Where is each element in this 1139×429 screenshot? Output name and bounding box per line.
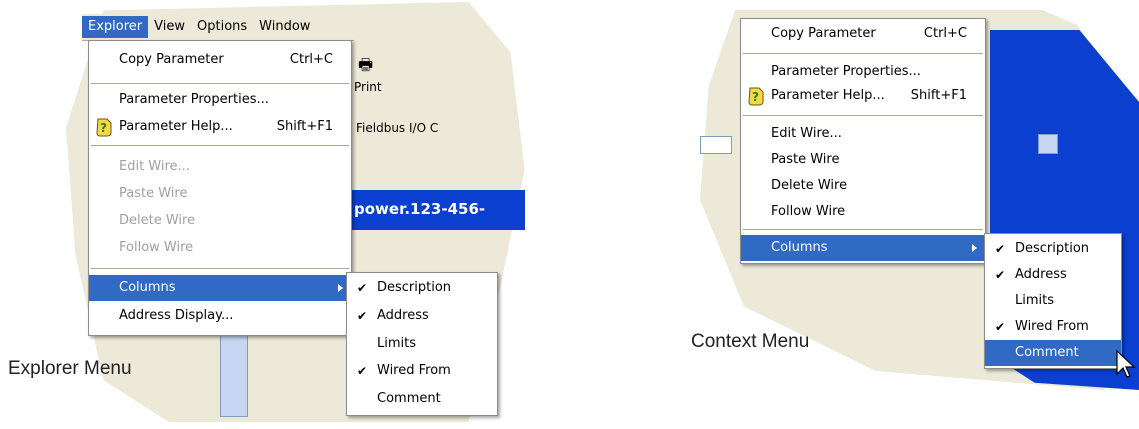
svg-text:?: ? [752, 90, 759, 104]
check-icon: ✔ [357, 281, 368, 295]
submenu-item-label: Comment [377, 391, 441, 406]
explorer-dropdown-menu: Copy Parameter Ctrl+C Parameter Properti… [88, 40, 352, 336]
submenu-item-label: Limits [1015, 293, 1054, 308]
submenu-item-address[interactable]: ✔ Address [347, 303, 497, 329]
submenu-item-address[interactable]: ✔ Address [985, 262, 1121, 288]
explorer-menu-caption: Explorer Menu [8, 358, 132, 379]
menu-item-delete-wire[interactable]: Delete Wire [741, 173, 985, 199]
context-bg-dropdown[interactable] [700, 136, 732, 154]
menu-item-parameter-properties[interactable]: Parameter Properties... [741, 59, 985, 85]
submenu-arrow-icon [972, 244, 977, 252]
menu-item-address-display[interactable]: Address Display... [89, 303, 351, 329]
submenu-item-wired-from[interactable]: ✔ Wired From [347, 358, 497, 384]
menu-item-shortcut: Shift+F1 [276, 119, 333, 134]
submenu-item-comment[interactable]: Comment [985, 340, 1121, 366]
menu-item-label: Copy Parameter [119, 52, 224, 67]
menu-item-label: Copy Parameter [771, 26, 876, 41]
submenu-item-label: Wired From [377, 363, 451, 378]
menu-item-paste-wire[interactable]: Paste Wire [89, 181, 351, 207]
context-menu: Copy Parameter Ctrl+C Parameter Properti… [740, 18, 986, 264]
menu-item-columns[interactable]: Columns [89, 275, 351, 301]
menu-item-label: Paste Wire [119, 186, 188, 201]
submenu-item-label: Limits [377, 336, 416, 351]
menu-item-label: Columns [119, 280, 176, 295]
menu-separator [743, 53, 983, 54]
menu-item-label: Parameter Help... [119, 119, 233, 134]
menu-item-paste-wire[interactable]: Paste Wire [741, 147, 985, 173]
menu-item-follow-wire[interactable]: Follow Wire [89, 235, 351, 261]
submenu-item-comment[interactable]: Comment [347, 386, 497, 412]
menu-item-shortcut: Ctrl+C [289, 52, 333, 67]
menubar-explorer[interactable]: Explorer [82, 16, 149, 38]
context-columns-submenu: ✔ Description ✔ Address Limits ✔ Wired F… [984, 233, 1122, 369]
menu-item-edit-wire[interactable]: Edit Wire... [741, 121, 985, 147]
menu-item-parameter-help[interactable]: ? Parameter Help... Shift+F1 [741, 83, 985, 109]
menu-item-label: Parameter Properties... [119, 92, 269, 107]
menu-item-label: Paste Wire [771, 152, 840, 167]
menu-item-follow-wire[interactable]: Follow Wire [741, 199, 985, 225]
menu-separator [91, 145, 349, 146]
explorer-bg-print[interactable]: Print [354, 80, 382, 94]
menu-item-label: Edit Wire... [771, 126, 842, 141]
menu-item-copy-parameter[interactable]: Copy Parameter Ctrl+C [89, 47, 351, 73]
menu-item-label: Delete Wire [119, 213, 196, 228]
menu-separator [91, 268, 349, 269]
submenu-arrow-icon [338, 284, 343, 292]
mouse-cursor-icon [1116, 350, 1136, 378]
svg-text:?: ? [100, 121, 107, 135]
submenu-item-description[interactable]: ✔ Description [985, 236, 1121, 262]
menu-item-label: Edit Wire... [119, 159, 190, 174]
menu-item-shortcut: Shift+F1 [910, 88, 967, 103]
menubar: Explorer View Options Window [82, 14, 354, 41]
submenu-item-description[interactable]: ✔ Description [347, 275, 497, 301]
check-icon: ✔ [995, 268, 1006, 282]
help-icon: ? [748, 87, 764, 106]
submenu-item-label: Wired From [1015, 319, 1089, 334]
menu-item-copy-parameter[interactable]: Copy Parameter Ctrl+C [741, 21, 985, 47]
check-icon: ✔ [995, 242, 1006, 256]
menu-item-shortcut: Ctrl+C [923, 26, 967, 41]
menu-item-label: Parameter Properties... [771, 64, 921, 79]
context-menu-caption: Context Menu [691, 331, 810, 352]
check-icon: ✔ [995, 320, 1006, 334]
menu-item-label: Follow Wire [119, 240, 194, 255]
explorer-bg-fieldbus[interactable]: Fieldbus I/O C [356, 121, 438, 135]
submenu-item-label: Address [377, 308, 429, 323]
printer-icon[interactable]: 🖶 [358, 54, 376, 74]
help-icon: ? [96, 118, 112, 137]
menu-item-parameter-properties[interactable]: Parameter Properties... [89, 87, 351, 113]
check-icon: ✔ [357, 364, 368, 378]
menu-item-columns[interactable]: Columns [741, 235, 985, 261]
submenu-item-label: Description [377, 280, 452, 295]
context-bg-scroll-button[interactable] [1038, 134, 1058, 154]
submenu-item-wired-from[interactable]: ✔ Wired From [985, 314, 1121, 340]
explorer-bg-title: power.123-456- [354, 200, 486, 218]
submenu-item-limits[interactable]: Limits [347, 331, 497, 357]
submenu-item-label: Description [1015, 241, 1090, 256]
menubar-view[interactable]: View [148, 16, 191, 38]
menu-item-label: Address Display... [119, 308, 234, 323]
explorer-columns-submenu: ✔ Description ✔ Address Limits ✔ Wired F… [346, 272, 498, 416]
menu-item-label: Follow Wire [771, 204, 846, 219]
check-icon: ✔ [357, 309, 368, 323]
submenu-item-limits[interactable]: Limits [985, 288, 1121, 314]
menu-item-delete-wire[interactable]: Delete Wire [89, 208, 351, 234]
menu-item-label: Parameter Help... [771, 88, 885, 103]
menu-separator [743, 229, 983, 230]
menu-item-edit-wire[interactable]: Edit Wire... [89, 154, 351, 180]
menubar-options[interactable]: Options [191, 16, 253, 38]
submenu-item-label: Address [1015, 267, 1067, 282]
menu-separator [743, 115, 983, 116]
explorer-bg-scroll-panel [220, 335, 248, 417]
menu-item-label: Delete Wire [771, 178, 848, 193]
menu-item-parameter-help[interactable]: ? Parameter Help... Shift+F1 [89, 114, 351, 140]
menu-separator [91, 83, 349, 84]
submenu-item-label: Comment [1015, 345, 1079, 360]
menubar-window[interactable]: Window [253, 16, 316, 38]
menu-item-label: Columns [771, 240, 828, 255]
